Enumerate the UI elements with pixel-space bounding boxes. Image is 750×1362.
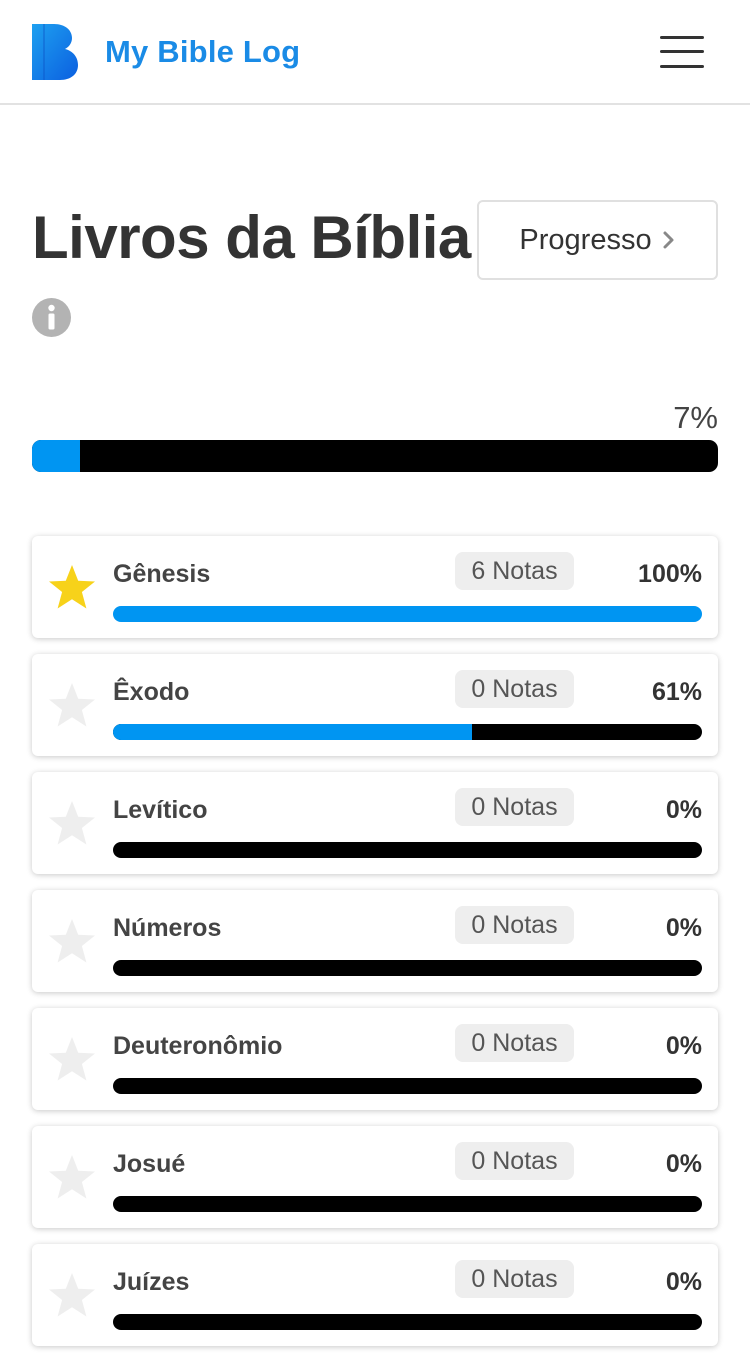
book-progress-bar	[113, 1078, 702, 1094]
book-percent: 100%	[638, 560, 702, 588]
book-name: Deuteronômio	[113, 1032, 283, 1060]
book-card-2[interactable]: Levítico 0 Notas 0%	[32, 772, 718, 874]
book-percent: 0%	[665, 796, 702, 824]
book-progress-bar	[113, 1314, 702, 1330]
bible-log-logo-icon[interactable]	[32, 24, 78, 80]
notes-badge[interactable]: 0 Notas	[455, 1024, 574, 1062]
star-icon[interactable]	[48, 1154, 96, 1200]
overall-progress-bar	[32, 440, 718, 472]
star-icon[interactable]	[48, 682, 96, 728]
book-progress-bar	[113, 1196, 702, 1212]
book-progress-bar	[113, 606, 702, 622]
notes-badge[interactable]: 0 Notas	[455, 906, 574, 944]
progress-button-label: Progresso	[519, 223, 652, 256]
book-name: Juízes	[113, 1268, 190, 1296]
book-percent: 61%	[651, 678, 702, 706]
book-percent: 0%	[665, 1032, 702, 1060]
book-percent: 0%	[665, 1150, 702, 1178]
star-icon[interactable]	[48, 1036, 96, 1082]
star-icon[interactable]	[48, 1272, 96, 1318]
book-name: Josué	[113, 1150, 186, 1178]
progress-button[interactable]: Progresso	[477, 200, 718, 280]
notes-badge[interactable]: 0 Notas	[455, 788, 574, 826]
book-card-3[interactable]: Números 0 Notas 0%	[32, 890, 718, 992]
book-card-5[interactable]: Josué 0 Notas 0%	[32, 1126, 718, 1228]
book-progress-bar	[113, 724, 702, 740]
notes-badge[interactable]: 6 Notas	[455, 552, 574, 590]
book-progress-bar	[113, 960, 702, 976]
notes-badge[interactable]: 0 Notas	[455, 670, 574, 708]
notes-badge[interactable]: 0 Notas	[455, 1142, 574, 1180]
book-name: Levítico	[113, 796, 208, 824]
book-percent: 0%	[665, 1268, 702, 1296]
book-card-1[interactable]: Êxodo 0 Notas 61%	[32, 654, 718, 756]
book-name: Êxodo	[113, 678, 190, 706]
book-progress-fill	[113, 606, 702, 622]
book-name: Números	[113, 914, 222, 942]
book-card-6[interactable]: Juízes 0 Notas 0%	[32, 1244, 718, 1346]
overall-progress-fill	[32, 440, 81, 472]
book-percent: 0%	[665, 914, 702, 942]
info-icon[interactable]	[32, 298, 71, 337]
star-icon[interactable]	[48, 564, 96, 610]
notes-badge[interactable]: 0 Notas	[455, 1260, 574, 1298]
star-icon[interactable]	[48, 918, 96, 964]
chevron-right-icon	[663, 231, 674, 249]
hamburger-menu-icon[interactable]	[656, 33, 706, 71]
book-progress-fill	[113, 724, 473, 740]
book-list: Gênesis 6 Notas 100% Êxodo 0 Notas 61% L…	[32, 536, 718, 1362]
brand-title[interactable]: My Bible Log	[105, 34, 300, 70]
book-card-4[interactable]: Deuteronômio 0 Notas 0%	[32, 1008, 718, 1110]
book-progress-bar	[113, 842, 702, 858]
book-card-0[interactable]: Gênesis 6 Notas 100%	[32, 536, 718, 638]
overall-progress-percent: 7%	[673, 400, 718, 435]
book-name: Gênesis	[113, 560, 211, 588]
app-header: My Bible Log	[0, 0, 750, 105]
page-title: Livros da Bíblia	[32, 204, 471, 271]
star-icon[interactable]	[48, 800, 96, 846]
